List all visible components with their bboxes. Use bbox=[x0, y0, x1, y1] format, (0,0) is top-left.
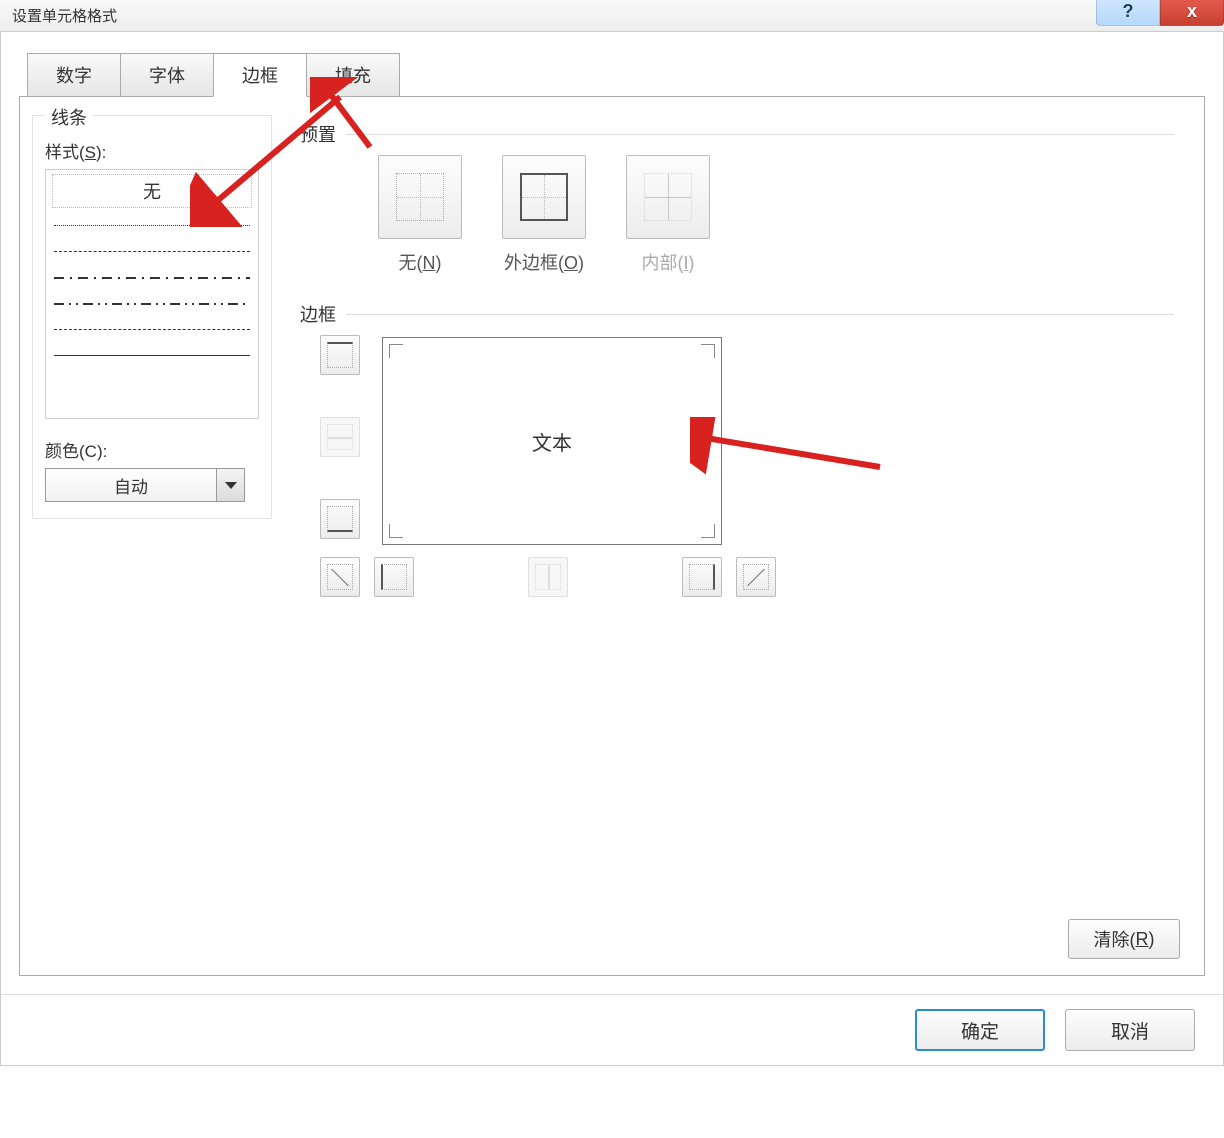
titlebar: 设置单元格格式 ? x bbox=[0, 0, 1224, 32]
preset-outer-icon bbox=[520, 173, 568, 221]
tab-content-border: 线条 样式(S): 无 颜色(C): 自动 bbox=[19, 96, 1205, 976]
color-dropdown-button[interactable] bbox=[216, 469, 244, 501]
border-left-icon bbox=[381, 564, 407, 590]
border-section-header: 边框 bbox=[300, 301, 1174, 327]
border-bottom-button[interactable] bbox=[320, 499, 360, 539]
dialog-footer: 确定 取消 bbox=[0, 994, 1224, 1066]
color-dropdown[interactable]: 自动 bbox=[45, 468, 245, 502]
chevron-down-icon bbox=[225, 482, 237, 489]
line-style-thin-dashed[interactable] bbox=[52, 316, 252, 342]
border-editor: 文本 bbox=[320, 335, 360, 539]
preset-none-button[interactable] bbox=[378, 155, 462, 239]
tab-font[interactable]: 字体 bbox=[120, 53, 214, 97]
preset-none-icon bbox=[396, 173, 444, 221]
border-right-button[interactable] bbox=[682, 557, 722, 597]
line-style-solid[interactable] bbox=[52, 342, 252, 368]
titlebar-buttons: ? x bbox=[1096, 0, 1224, 31]
preset-inner-label: 内部(I) bbox=[641, 249, 694, 275]
corner-mark-bl bbox=[389, 524, 403, 538]
preset-row: 无(N) 外边框(O) 内部(I) bbox=[378, 155, 710, 275]
preset-inner: 内部(I) bbox=[626, 155, 710, 275]
color-label: 颜色(C): bbox=[45, 437, 259, 462]
border-top-icon bbox=[327, 342, 353, 368]
border-vmid-icon bbox=[535, 564, 561, 590]
tab-border[interactable]: 边框 bbox=[213, 53, 307, 97]
border-side-column bbox=[320, 335, 360, 539]
border-diag-up-button[interactable] bbox=[320, 557, 360, 597]
preset-none-label: 无(N) bbox=[399, 249, 442, 275]
dialog-body: 数字 字体 边框 填充 线条 样式(S): 无 颜色(C): bbox=[0, 32, 1224, 994]
preset-outer-label: 外边框(O) bbox=[504, 249, 584, 275]
border-diag-down-button[interactable] bbox=[736, 557, 776, 597]
border-hmid-icon bbox=[327, 424, 353, 450]
preset-section-header: 预置 bbox=[300, 121, 1174, 147]
border-diag-up-icon bbox=[327, 564, 353, 590]
line-style-none[interactable]: 无 bbox=[52, 174, 252, 208]
corner-mark-br bbox=[701, 524, 715, 538]
clear-button[interactable]: 清除(R) bbox=[1068, 919, 1180, 959]
line-style-panel: 线条 样式(S): 无 颜色(C): 自动 bbox=[32, 115, 272, 519]
close-icon: x bbox=[1187, 1, 1197, 22]
border-bottom-row bbox=[320, 557, 776, 597]
corner-mark-tl bbox=[389, 344, 403, 358]
border-horizontal-mid-button[interactable] bbox=[320, 417, 360, 457]
tab-number[interactable]: 数字 bbox=[27, 53, 121, 97]
preview-text: 文本 bbox=[532, 427, 572, 456]
preset-inner-button[interactable] bbox=[626, 155, 710, 239]
border-diag-down-icon bbox=[743, 564, 769, 590]
border-vertical-mid-button[interactable] bbox=[528, 557, 568, 597]
border-right-icon bbox=[689, 564, 715, 590]
border-preview: 文本 bbox=[382, 337, 722, 545]
dialog-title: 设置单元格格式 bbox=[12, 5, 117, 26]
border-left-button[interactable] bbox=[374, 557, 414, 597]
tab-fill[interactable]: 填充 bbox=[306, 53, 400, 97]
cancel-button[interactable]: 取消 bbox=[1065, 1009, 1195, 1051]
preset-none: 无(N) bbox=[378, 155, 462, 275]
border-top-button[interactable] bbox=[320, 335, 360, 375]
close-button[interactable]: x bbox=[1160, 0, 1224, 26]
line-style-list[interactable]: 无 bbox=[45, 169, 259, 419]
style-label: 样式(S): bbox=[45, 138, 259, 163]
ok-button[interactable]: 确定 bbox=[915, 1009, 1045, 1051]
line-style-dashdotdot[interactable] bbox=[52, 290, 252, 316]
corner-mark-tr bbox=[701, 344, 715, 358]
preset-outer: 外边框(O) bbox=[502, 155, 586, 275]
help-button[interactable]: ? bbox=[1096, 0, 1160, 26]
line-style-dashed[interactable] bbox=[52, 238, 252, 264]
help-icon: ? bbox=[1123, 1, 1134, 22]
line-style-dashdot[interactable] bbox=[52, 264, 252, 290]
border-section-title: 边框 bbox=[300, 301, 336, 327]
color-value: 自动 bbox=[46, 473, 216, 498]
tabs: 数字 字体 边框 填充 bbox=[27, 52, 1205, 96]
preset-outer-button[interactable] bbox=[502, 155, 586, 239]
preset-inner-icon bbox=[644, 173, 692, 221]
line-style-dotted[interactable] bbox=[52, 212, 252, 238]
preset-section-title: 预置 bbox=[300, 121, 336, 147]
border-bottom-icon bbox=[327, 506, 353, 532]
line-group-title: 线条 bbox=[45, 104, 93, 130]
